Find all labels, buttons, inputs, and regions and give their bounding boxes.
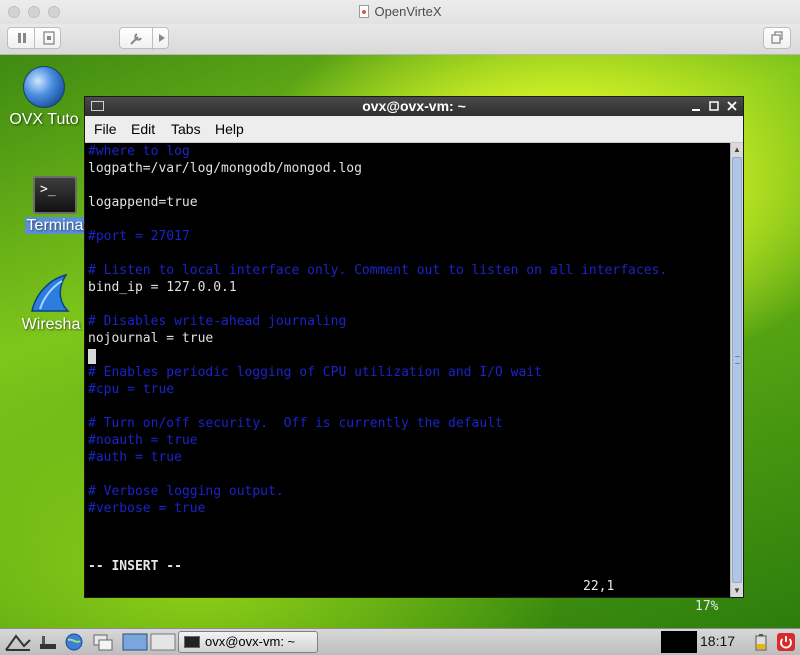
menu-tabs[interactable]: Tabs — [171, 121, 201, 137]
pause-icon[interactable] — [17, 28, 27, 55]
browser-icon[interactable] — [64, 632, 84, 652]
terminal-text-line: nojournal = true — [88, 331, 214, 346]
desktop-icon-label: Wiresha — [21, 316, 81, 333]
menu-edit[interactable]: Edit — [131, 121, 155, 137]
clock[interactable]: 18:17 — [700, 633, 735, 649]
battery-icon[interactable] — [752, 632, 772, 652]
terminal-comment-line: #auth = true — [88, 450, 182, 465]
terminal-text-line: logpath=/var/log/mongodb/mongod.log — [88, 161, 362, 176]
menu-help[interactable]: Help — [215, 121, 244, 137]
terminal-comment-line: # Verbose logging output. — [88, 484, 284, 499]
scrollbar-grip — [735, 356, 740, 364]
pause-snapshot-group — [7, 27, 61, 50]
terminal-title: ovx@ovx-vm: ~ — [362, 98, 466, 114]
terminal-icon: >_ — [33, 176, 77, 214]
globe-icon — [23, 66, 65, 108]
minimize-icon[interactable] — [689, 99, 703, 113]
terminal-icon — [184, 636, 200, 648]
terminal-comment-line: # Listen to local interface only. Commen… — [88, 263, 668, 278]
desktop-icon-label: OVX Tuto — [9, 111, 79, 128]
terminal-titlebar[interactable]: ovx@ovx-vm: ~ — [85, 97, 743, 116]
terminal-comment-line: # Turn on/off security. Off is currently… — [88, 416, 503, 431]
file-manager-icon[interactable] — [92, 632, 113, 652]
terminal-comment-line: # Disables write-ahead journaling — [88, 314, 347, 329]
taskbar-terminal-button[interactable]: ovx@ovx-vm: ~ — [178, 631, 318, 653]
document-icon — [358, 5, 369, 18]
terminal-text-line: logappend=true — [88, 195, 198, 210]
terminal-comment-line: #noauth = true — [88, 433, 198, 448]
host-titlebar: OpenVirteX — [0, 0, 800, 24]
wireshark-icon — [28, 273, 74, 313]
system-tray-area — [661, 631, 697, 653]
maximize-icon[interactable] — [707, 99, 721, 113]
wrench-icon[interactable] — [128, 28, 144, 55]
terminal-text-line: bind_ip = 127.0.0.1 — [88, 280, 237, 295]
terminal-comment-line: #where to log — [88, 144, 190, 159]
desktop-icon-label: Termina — [24, 217, 86, 234]
scroll-down-icon[interactable]: ▼ — [731, 584, 743, 597]
guest-desktop: OVX Tuto >_ Termina Wiresha ovx@ovx-vm: … — [0, 55, 800, 628]
show-desktop-icon[interactable] — [38, 632, 58, 652]
terminal-scrollbar[interactable]: ▲ ▼ — [730, 143, 743, 597]
terminal-menubar: File Edit Tabs Help — [85, 116, 743, 143]
workspace-2-icon[interactable] — [150, 632, 176, 652]
settings-group — [119, 27, 169, 50]
desktop-icon-terminal[interactable]: >_ Termina — [24, 176, 86, 235]
scroll-up-icon[interactable]: ▲ — [731, 143, 743, 156]
snapshot-icon[interactable] — [42, 28, 56, 55]
terminal-comment-line: # Enables periodic logging of CPU utiliz… — [88, 365, 542, 380]
workspace-1-icon[interactable] — [122, 632, 148, 652]
scrollbar-thumb[interactable] — [732, 157, 742, 583]
scroll-percent: 17% — [695, 599, 719, 614]
host-window: OpenVirteX OVX Tuto >_ Termina Wiresha o… — [0, 0, 800, 655]
desktop-icon-wireshark[interactable]: Wiresha — [16, 273, 86, 334]
play-icon[interactable] — [157, 28, 167, 55]
desktop-icon-ovx-tutorial[interactable]: OVX Tuto — [4, 66, 84, 129]
terminal-text-area[interactable]: #where to log logpath=/var/log/mongodb/mo… — [85, 143, 730, 553]
host-window-title: OpenVirteX — [0, 4, 800, 19]
terminal-window-icon — [91, 101, 104, 111]
text-cursor — [88, 349, 96, 364]
cursor-position: 22,1 — [583, 579, 615, 594]
terminal-comment-line: #verbose = true — [88, 501, 206, 516]
terminal-comment-line: #cpu = true — [88, 382, 175, 397]
vim-mode: -- INSERT -- — [88, 559, 182, 574]
close-icon[interactable] — [725, 99, 739, 113]
window-button[interactable] — [763, 27, 791, 49]
terminal-window: ovx@ovx-vm: ~ File Edit Tabs Help #where… — [84, 96, 744, 614]
vim-status-line: -- INSERT -- 22,1 17% — [85, 537, 730, 614]
taskbar: ovx@ovx-vm: ~ 18:17 — [0, 628, 800, 655]
menu-file[interactable]: File — [94, 121, 117, 137]
window-icon — [770, 31, 784, 51]
taskbar-task-label: ovx@ovx-vm: ~ — [205, 634, 296, 649]
start-menu-icon[interactable] — [4, 632, 31, 652]
power-icon[interactable] — [776, 632, 796, 652]
terminal-comment-line: #port = 27017 — [88, 229, 190, 244]
host-toolbar — [0, 24, 800, 55]
